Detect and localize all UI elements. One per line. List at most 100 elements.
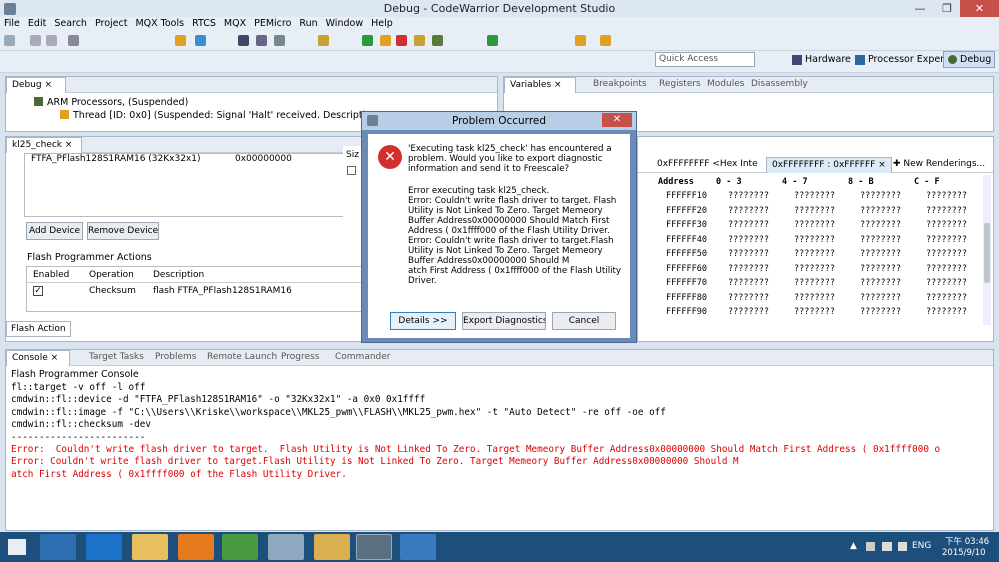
remove-device-button[interactable]: Remove Device xyxy=(87,222,159,240)
tray-language[interactable]: ENG xyxy=(912,541,931,551)
tab-breakpoints[interactable]: Breakpoints xyxy=(588,77,652,93)
tray-time[interactable]: 下午 03:46 xyxy=(945,535,989,547)
tab-kl25-check[interactable]: kl25_check × xyxy=(6,137,82,153)
menu-help[interactable]: Help xyxy=(367,17,397,31)
memory-cell[interactable]: ???????? xyxy=(794,233,835,247)
memory-cell[interactable]: ???????? xyxy=(794,276,835,290)
memory-cell[interactable]: ???????? xyxy=(926,276,967,290)
memory-cell[interactable]: ???????? xyxy=(926,189,967,203)
tab-flash-action[interactable]: Flash Action xyxy=(6,321,71,337)
memory-cell[interactable]: ???????? xyxy=(926,247,967,261)
table-row[interactable]: FFFFFF40???????????????????????????????? xyxy=(656,233,976,248)
menu-edit[interactable]: Edit xyxy=(24,17,50,31)
memory-cell[interactable]: ???????? xyxy=(794,291,835,305)
memory-cell[interactable]: ???????? xyxy=(728,305,769,319)
memory-cell[interactable]: ???????? xyxy=(926,291,967,305)
memory-cell[interactable]: ???????? xyxy=(728,262,769,276)
memory-cell[interactable]: ???????? xyxy=(728,247,769,261)
tray-network-icon[interactable] xyxy=(882,542,892,551)
tab-debug[interactable]: Debug × xyxy=(6,77,66,93)
memory-cell[interactable]: ???????? xyxy=(728,276,769,290)
step-into-icon[interactable] xyxy=(414,35,425,46)
memory-cell[interactable]: ???????? xyxy=(860,233,901,247)
tree-item-arm[interactable]: ARM Processors, (Suspended) xyxy=(34,97,188,108)
menu-search[interactable]: Search xyxy=(50,17,91,31)
table-row[interactable]: FFFFFF60???????????????????????????????? xyxy=(656,262,976,277)
col-description[interactable]: Description xyxy=(153,270,204,280)
debug-icon[interactable] xyxy=(318,35,329,46)
memory-cell[interactable]: ???????? xyxy=(728,233,769,247)
memory-cell[interactable]: ???????? xyxy=(926,262,967,276)
details-button[interactable]: Details >> xyxy=(390,312,456,330)
resume-icon[interactable] xyxy=(362,35,373,46)
tab-new-renderings[interactable]: ✚ New Renderings... xyxy=(888,157,990,173)
memory-scroll-thumb[interactable] xyxy=(984,223,990,283)
memory-cell[interactable]: ???????? xyxy=(794,218,835,232)
step-icon[interactable] xyxy=(238,35,249,46)
tray-date[interactable]: 2015/9/10 xyxy=(942,548,986,558)
table-row[interactable]: FFFFFF90???????????????????????????????? xyxy=(656,305,976,320)
menu-window[interactable]: Window xyxy=(322,17,367,31)
memory-cell[interactable]: ???????? xyxy=(860,218,901,232)
menu-mqx[interactable]: MQX xyxy=(220,17,250,31)
table-row[interactable]: FFFFFF70???????????????????????????????? xyxy=(656,276,976,291)
enabled-checkbox[interactable]: ✓ xyxy=(33,286,43,296)
save-icon[interactable] xyxy=(30,35,41,46)
device-row[interactable]: FTFA_PFlash128S1RAM16 (32Kx32x1) xyxy=(31,154,200,164)
tab-target-tasks[interactable]: Target Tasks xyxy=(84,350,149,366)
paint-icon[interactable] xyxy=(400,534,436,560)
tool-icon[interactable] xyxy=(256,35,267,46)
memory-cell[interactable]: ???????? xyxy=(728,218,769,232)
console-output[interactable]: fl::target -v off -l off cmdwin::fl::devi… xyxy=(6,382,991,520)
menu-rtcs[interactable]: RTCS xyxy=(188,17,220,31)
tab-modules[interactable]: Modules xyxy=(702,77,749,93)
table-row[interactable]: FFFFFF30???????????????????????????????? xyxy=(656,218,976,233)
memory-cell[interactable]: ???????? xyxy=(926,204,967,218)
mail-icon[interactable] xyxy=(314,534,350,560)
tree-item-thread[interactable]: Thread [ID: 0x0] (Suspended: Signal 'Hal… xyxy=(60,110,370,121)
perspective-processor-expert[interactable]: Processor Expert xyxy=(868,54,948,65)
calculator-icon[interactable] xyxy=(268,534,304,560)
tray-flag-icon[interactable] xyxy=(866,542,875,551)
build-icon[interactable] xyxy=(68,35,79,46)
col-operation[interactable]: Operation xyxy=(89,270,134,280)
memory-cell[interactable]: ???????? xyxy=(860,305,901,319)
refresh-icon[interactable] xyxy=(175,35,186,46)
tab-memory-selected[interactable]: 0xFFFFFFFF : 0xFFFFFF × xyxy=(766,157,892,173)
new-icon[interactable] xyxy=(4,35,15,46)
tab-memory-hex[interactable]: 0xFFFFFFFF <Hex Inte xyxy=(652,157,763,173)
tab-disassembly[interactable]: Disassembly xyxy=(746,77,813,93)
side-checkbox[interactable] xyxy=(347,166,356,175)
quick-access-input[interactable]: Quick Access xyxy=(655,52,755,67)
add-device-button[interactable]: Add Device xyxy=(26,222,83,240)
memory-cell[interactable]: ???????? xyxy=(860,262,901,276)
table-row[interactable]: ✓ Checksum flash FTFA_PFlash128S1RAM16 xyxy=(27,283,362,299)
perspective-debug[interactable]: Debug xyxy=(943,51,995,68)
memory-cell[interactable]: ???????? xyxy=(860,247,901,261)
ie-icon[interactable] xyxy=(86,534,122,560)
tray-volume-icon[interactable] xyxy=(898,542,907,551)
memory-cell[interactable]: ???????? xyxy=(860,291,901,305)
menu-pemicro[interactable]: PEMicro xyxy=(250,17,295,31)
start-icon[interactable] xyxy=(8,539,26,555)
maximize-button[interactable]: ❐ xyxy=(934,0,960,18)
suspend-icon[interactable] xyxy=(380,35,391,46)
tab-registers[interactable]: Registers xyxy=(654,77,706,93)
chrome-icon[interactable] xyxy=(222,534,258,560)
memory-cell[interactable]: ???????? xyxy=(794,247,835,261)
run-icon[interactable] xyxy=(487,35,498,46)
step-over-icon[interactable] xyxy=(432,35,443,46)
memory-cell[interactable]: ???????? xyxy=(794,305,835,319)
table-row[interactable]: FFFFFF20???????????????????????????????? xyxy=(656,204,976,219)
menu-project[interactable]: Project xyxy=(91,17,132,31)
tab-console[interactable]: Console × xyxy=(6,350,70,366)
save-all-icon[interactable] xyxy=(46,35,57,46)
memory-cell[interactable]: ???????? xyxy=(794,262,835,276)
memory-cell[interactable]: ???????? xyxy=(728,189,769,203)
table-row[interactable]: FFFFFF50???????????????????????????????? xyxy=(656,247,976,262)
minimize-button[interactable]: — xyxy=(906,0,934,18)
table-row[interactable]: FFFFFF10???????????????????????????????? xyxy=(656,189,976,204)
lightning-icon[interactable] xyxy=(195,35,206,46)
codewarrior-icon[interactable] xyxy=(356,534,392,560)
memory-cell[interactable]: ???????? xyxy=(794,204,835,218)
